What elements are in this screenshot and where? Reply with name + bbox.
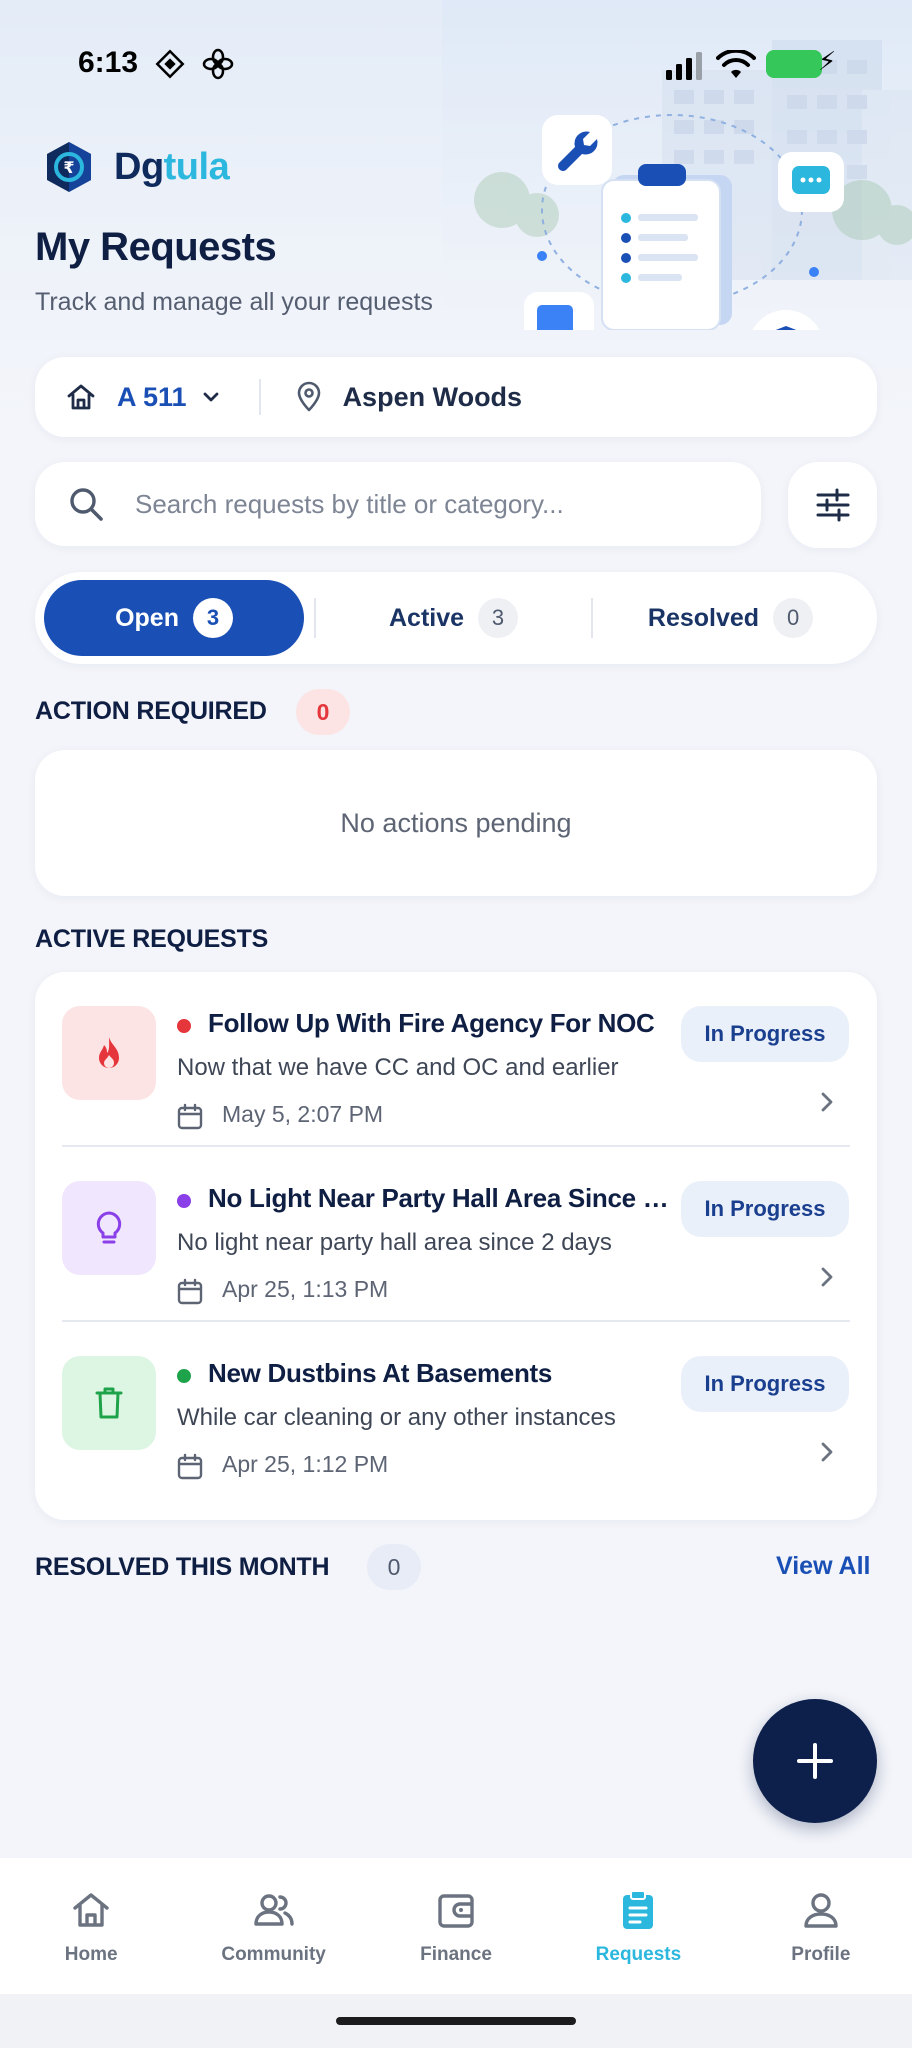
- active-requests-title: ACTIVE REQUESTS: [35, 925, 269, 953]
- location-selector: A 511 Aspen Woods: [35, 357, 877, 437]
- flame-icon: [99, 1037, 119, 1068]
- request-description: No light near party hall area since 2 da…: [177, 1229, 612, 1256]
- tab-count: 3: [478, 598, 519, 638]
- resolved-this-month-title: RESOLVED THIS MONTH: [35, 1553, 330, 1581]
- plus-icon: [797, 1743, 833, 1779]
- nav-community[interactable]: Community: [182, 1858, 364, 1994]
- filter-button[interactable]: [788, 462, 877, 548]
- community-icon: [253, 1894, 294, 1926]
- unit-selector[interactable]: A 511: [65, 381, 223, 413]
- clipboard-icon: [623, 1890, 654, 1929]
- nav-label: Finance: [420, 1944, 492, 1965]
- charging-icon: ⚡: [818, 46, 837, 76]
- fan-notification-icon: [202, 48, 234, 80]
- search-icon: [70, 488, 103, 521]
- page-title: My Requests: [35, 225, 277, 269]
- wallet-icon: [438, 1894, 474, 1928]
- status-badge: In Progress: [681, 1181, 849, 1237]
- filter-sliders-icon: [816, 488, 849, 522]
- tab-resolved[interactable]: Resolved 0: [593, 580, 868, 656]
- tab-label: Active: [388, 603, 465, 632]
- chevron-right-icon: [821, 1092, 833, 1112]
- priority-dot: [177, 1369, 191, 1383]
- action-required-empty: No actions pending: [35, 750, 877, 896]
- nav-finance[interactable]: Finance: [365, 1858, 547, 1994]
- request-title: No Light Near Party Hall Area Since 2 da…: [208, 1183, 678, 1213]
- bottom-navigation: Home Community Finance Requests Profile: [0, 1858, 912, 1994]
- brand-logo: ₹ Dgtula: [44, 140, 230, 194]
- request-description: While car cleaning or any other instance…: [177, 1404, 616, 1431]
- active-requests-list: Follow Up With Fire Agency For NOC Now t…: [35, 972, 877, 1520]
- trash-icon: [95, 1387, 123, 1419]
- lightbulb-icon: [96, 1211, 122, 1244]
- logo-icon: ₹: [47, 142, 91, 192]
- search-input[interactable]: Search requests by title or category...: [35, 462, 761, 546]
- tab-label: Resolved: [647, 603, 760, 632]
- request-title: New Dustbins At Basements: [208, 1358, 553, 1388]
- status-badge: In Progress: [681, 1006, 849, 1062]
- wifi-icon: [716, 50, 756, 78]
- page-subtitle: Track and manage all your requests: [35, 288, 433, 316]
- request-category-icon: [62, 1006, 156, 1100]
- home-icon: [67, 384, 95, 410]
- request-date: Apr 25, 1:12 PM: [222, 1451, 389, 1477]
- status-badge: In Progress: [681, 1356, 849, 1412]
- request-tabs: Open 3 Active 3 Resolved 0: [35, 572, 877, 664]
- tab-count: 3: [193, 598, 233, 638]
- profile-icon: [804, 1893, 838, 1928]
- request-description: Now that we have CC and OC and earlier: [177, 1054, 619, 1081]
- request-category-icon: [62, 1181, 156, 1275]
- tab-label: Open: [115, 603, 179, 632]
- app-notification-icon: [155, 49, 185, 79]
- battery-icon: [766, 50, 822, 78]
- chevron-right-icon: [821, 1267, 833, 1287]
- priority-dot: [177, 1019, 191, 1033]
- nav-label: Community: [221, 1944, 326, 1965]
- search-placeholder: Search requests by title or category...: [135, 488, 564, 519]
- request-item[interactable]: New Dustbins At Basements While car clea…: [35, 1322, 877, 1497]
- signal-icon: [666, 52, 702, 80]
- action-required-count: 0: [296, 689, 350, 735]
- divider: [258, 379, 261, 415]
- nav-label: Home: [64, 1944, 118, 1965]
- tab-open[interactable]: Open 3: [44, 580, 305, 656]
- resolved-count: 0: [367, 1544, 421, 1590]
- empty-state-text: No actions pending: [340, 807, 572, 838]
- calendar-icon: [177, 1278, 203, 1305]
- svg-text:₹: ₹: [63, 158, 74, 177]
- nav-home[interactable]: Home: [0, 1858, 182, 1994]
- new-request-button[interactable]: [753, 1699, 877, 1823]
- request-title: Follow Up With Fire Agency For NOC: [208, 1008, 655, 1038]
- status-time: 6:13: [78, 46, 139, 79]
- calendar-icon: [177, 1103, 203, 1130]
- chevron-down-icon: [203, 392, 218, 402]
- request-date: May 5, 2:07 PM: [222, 1101, 384, 1127]
- tab-active[interactable]: Active 3: [316, 580, 591, 656]
- society-name: Aspen Woods: [342, 381, 523, 412]
- nav-profile[interactable]: Profile: [730, 1858, 912, 1994]
- request-item[interactable]: No Light Near Party Hall Area Since 2 da…: [35, 1147, 877, 1322]
- priority-dot: [177, 1194, 191, 1208]
- calendar-icon: [177, 1453, 203, 1480]
- location-pin-icon: [297, 381, 320, 412]
- view-all-link[interactable]: View All: [776, 1552, 870, 1581]
- unit-label: A 511: [117, 381, 187, 412]
- nav-label: Profile: [791, 1944, 851, 1965]
- brand-name: Dgtula: [114, 145, 230, 188]
- home-indicator[interactable]: [336, 2017, 576, 2025]
- home-icon: [73, 1893, 109, 1927]
- nav-label: Requests: [595, 1944, 682, 1965]
- request-item[interactable]: Follow Up With Fire Agency For NOC Now t…: [35, 972, 877, 1147]
- request-date: Apr 25, 1:13 PM: [222, 1276, 389, 1302]
- action-required-title: ACTION REQUIRED: [35, 697, 267, 725]
- chevron-right-icon: [821, 1442, 833, 1462]
- request-category-icon: [62, 1356, 156, 1450]
- nav-requests[interactable]: Requests: [547, 1858, 729, 1994]
- status-bar: 6:13 ⚡: [0, 0, 912, 130]
- tab-count: 0: [773, 598, 814, 638]
